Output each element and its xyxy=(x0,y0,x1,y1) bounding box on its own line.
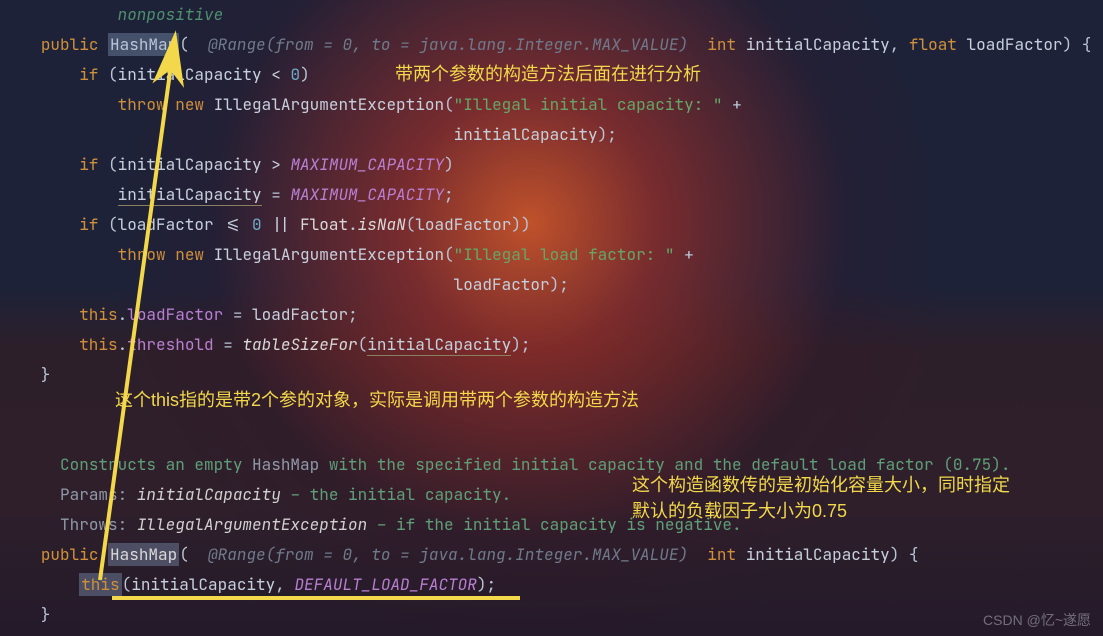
cls-iae: IllegalArgumentException xyxy=(214,94,444,115)
doc-params-code: initialCapacity xyxy=(137,484,281,505)
method-isnan: isNaN xyxy=(358,214,406,235)
id-initial-capacity: initialCapacity xyxy=(367,334,511,355)
id-initial-capacity: initialCapacity xyxy=(746,34,890,55)
underline-highlight xyxy=(112,596,520,600)
kw-throw: throw xyxy=(118,94,166,115)
str-lf: "Illegal load factor: " xyxy=(454,244,675,265)
num-zero: 0 xyxy=(252,214,262,235)
hint-nonpositive: nonpositive xyxy=(118,4,224,25)
id-load-factor: loadFactor xyxy=(967,34,1063,55)
selection-hashmap-2[interactable]: HashMap xyxy=(108,543,179,566)
kw-if: if xyxy=(79,154,98,175)
doc-throws-lbl: Throws: xyxy=(60,514,127,535)
cls-iae: IllegalArgumentException xyxy=(214,244,444,265)
kw-int: int xyxy=(707,544,736,565)
kw-this: this xyxy=(81,574,119,595)
doc-params-lbl: Params: xyxy=(60,484,127,505)
id-initial-capacity: initialCapacity xyxy=(131,574,275,595)
cls-float: Float xyxy=(300,214,348,235)
doc-line2: with the specified initial capacity and … xyxy=(319,454,1010,475)
id-load-factor: loadFactor xyxy=(118,214,214,235)
field-loadfactor: loadFactor xyxy=(127,304,223,325)
kw-throw: throw xyxy=(118,244,166,265)
doc-hashmap: HashMap xyxy=(252,454,319,475)
kw-if: if xyxy=(79,214,98,235)
annotation-2: 这个this指的是带2个参的对象，实际是调用带两个参数的构造方法 xyxy=(115,388,639,412)
kw-new: new xyxy=(175,94,204,115)
id-initial-capacity: initialCapacity xyxy=(118,184,262,205)
hint-range: @Range(from = 0, to = java.lang.Integer.… xyxy=(208,34,688,55)
id-initial-capacity: initialCapacity xyxy=(118,154,262,175)
kw-int: int xyxy=(707,34,736,55)
doc-line: Constructs an empty xyxy=(60,454,252,475)
kw-if: if xyxy=(79,64,98,85)
method-tablesizefor: tableSizeFor xyxy=(242,334,357,355)
const-maxcap: MAXIMUM_CAPACITY xyxy=(290,154,444,175)
watermark: CSDN @忆~遂愿 xyxy=(983,610,1091,630)
kw-new: new xyxy=(175,244,204,265)
id-load-factor: loadFactor xyxy=(415,214,511,235)
doc-throws-code: IllegalArgumentException xyxy=(137,514,367,535)
annotation-3-line1: 这个构造函数传的是初始化容量大小，同时指定 xyxy=(632,473,1010,497)
hint-range: @Range(from = 0, to = java.lang.Integer.… xyxy=(208,544,688,565)
id-load-factor: loadFactor xyxy=(454,274,550,295)
kw-public: public xyxy=(41,544,99,565)
doc-params-txt: – the initial capacity. xyxy=(281,484,511,505)
kw-public: public xyxy=(41,34,99,55)
annotation-3-line2: 默认的负载因子大小为0.75 xyxy=(632,499,847,523)
selection-hashmap[interactable]: HashMap xyxy=(108,33,179,56)
id-initial-capacity: initialCapacity xyxy=(746,544,890,565)
const-maxcap: MAXIMUM_CAPACITY xyxy=(290,184,444,205)
num-zero: 0 xyxy=(290,64,300,85)
kw-this: this xyxy=(79,334,117,355)
kw-float: float xyxy=(909,34,957,55)
str-cap: "Illegal initial capacity: " xyxy=(454,94,723,115)
code-editor[interactable]: nonpositive public HashMap( @Range(from … xyxy=(0,0,1103,636)
annotation-1: 带两个参数的构造方法后面在进行分析 xyxy=(395,62,701,86)
id-initial-capacity: initialCapacity xyxy=(118,64,262,85)
id-initial-capacity: initialCapacity xyxy=(454,124,598,145)
const-default-lf: DEFAULT_LOAD_FACTOR xyxy=(294,574,476,595)
kw-this: this xyxy=(79,304,117,325)
field-threshold: threshold xyxy=(127,334,213,355)
code-block[interactable]: nonpositive public HashMap( @Range(from … xyxy=(0,0,1103,630)
id-load-factor: loadFactor xyxy=(252,304,348,325)
